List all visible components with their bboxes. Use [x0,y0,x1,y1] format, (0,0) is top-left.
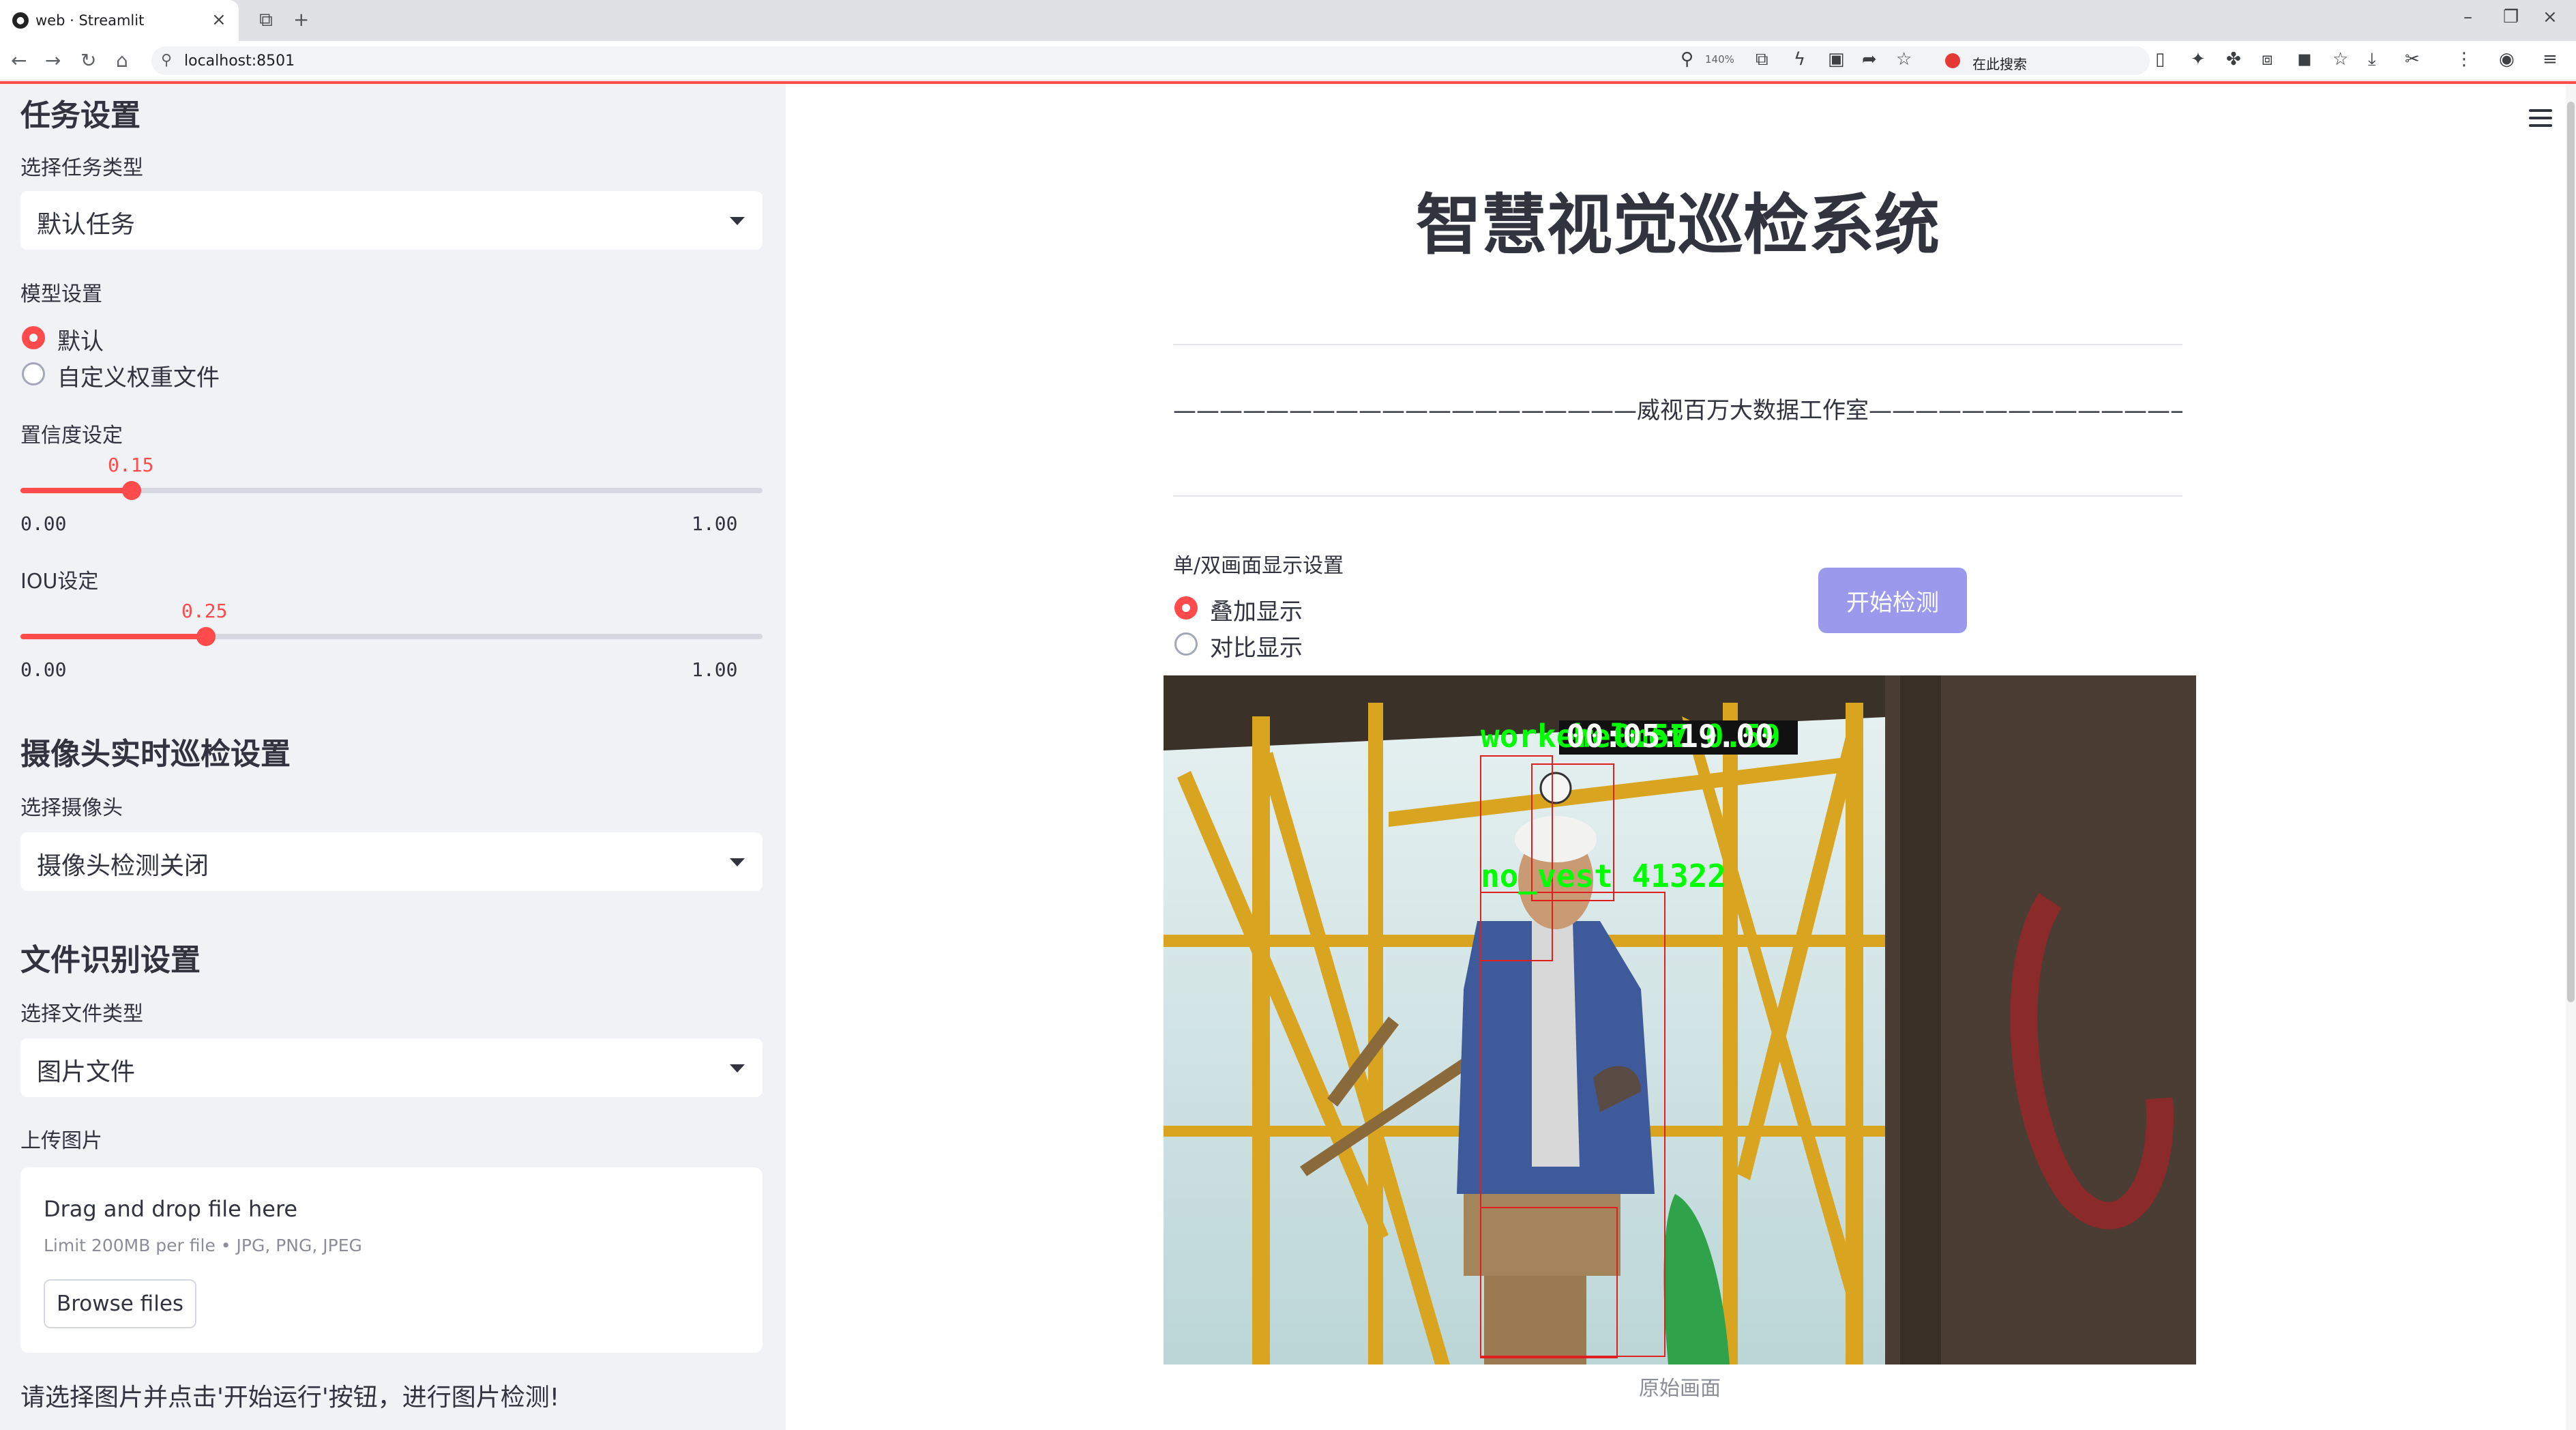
reader-icon[interactable]: ▯ [2155,49,2165,70]
close-window-icon[interactable]: × [2543,7,2558,27]
new-tab-icon[interactable]: + [293,8,309,31]
restore-icon[interactable]: ❐ [2503,7,2519,27]
close-tab-icon[interactable]: × [211,10,226,30]
confidence-label: 置信度设定 [20,424,123,448]
display-option-overlay-label[interactable]: 叠加显示 [1210,593,1303,626]
file-uploader-dropzone[interactable]: Drag and drop file here Limit 200MB per … [20,1167,763,1353]
chevron-down-icon [730,1064,745,1072]
task-type-value: 默认任务 [37,211,136,239]
streamlit-favicon-icon: ● [12,12,29,29]
camera-label: 选择摄像头 [20,796,123,820]
divider-bottom [1173,495,2182,497]
search-placeholder: 在此搜索 [1972,56,2027,72]
forward-icon[interactable]: → [45,49,61,72]
iou-max: 1.00 [692,658,738,681]
file-type-select[interactable]: 图片文件 [20,1038,763,1097]
url-text: localhost:8501 [184,53,295,70]
dropzone-title: Drag and drop file here [44,1196,298,1222]
file-type-label: 选择文件类型 [20,1002,143,1026]
favorites-icon[interactable]: ☆ [2333,49,2348,70]
dropzone-limit: Limit 200MB per file • JPG, PNG, JPEG [44,1236,362,1255]
detection-image: worker 0.57 helmet 0.59 00:05:19.00 no_v… [1164,675,2196,1365]
browser-tab-bar: ● web · Streamlit × ⧉ + – ❐ × [0,0,2576,41]
more-menu-icon[interactable]: ⋮ [2455,49,2473,70]
model-radio-default[interactable] [22,326,45,349]
task-settings-heading: 任务设置 [20,98,140,133]
detection-label-no-vest: no_vest 41322 [1481,858,1726,894]
extension-icon-4[interactable]: ◼ [2297,49,2312,70]
home-icon[interactable]: ⌂ [116,49,128,72]
model-option-custom-label[interactable]: 自定义权重文件 [57,359,220,392]
iou-value: 0.25 [181,600,228,622]
upload-label: 上传图片 [20,1129,102,1153]
video-timestamp: 00:05:19.00 [1566,718,1774,755]
confidence-max: 1.00 [692,512,738,535]
browser-tab[interactable]: ● web · Streamlit × [0,0,239,41]
screenshot-icon[interactable]: ▣ [1828,49,1845,70]
extension-icon-1[interactable]: ✦ [2191,49,2206,70]
iou-slider-fill [20,634,206,639]
confidence-slider-thumb[interactable] [122,481,142,500]
translate-icon[interactable]: ⧉ [1756,49,1768,70]
camera-settings-heading: 摄像头实时巡检设置 [20,737,291,772]
display-radio-compare[interactable] [1174,632,1198,656]
model-settings-label: 模型设置 [20,282,102,306]
camera-value: 摄像头检测关闭 [37,852,209,880]
iou-slider[interactable] [20,627,763,646]
zoom-icon[interactable]: ⚲ [1681,49,1693,70]
task-type-label: 选择任务类型 [20,156,143,180]
extension-icon-3[interactable]: ⧈ [2262,49,2273,70]
search-engine-icon [1945,53,1960,68]
reload-icon[interactable]: ↻ [80,49,96,72]
minimize-icon[interactable]: – [2463,7,2472,27]
address-bar: ← → ↻ ⌂ ⚲ localhost:8501 [0,41,2576,81]
iou-label: IOU设定 [20,570,99,594]
back-icon[interactable]: ← [11,49,27,72]
image-caption: 原始画面 [1639,1377,1721,1401]
chevron-down-icon [730,858,745,866]
share-icon[interactable]: ➦ [1862,49,1877,70]
cut-icon[interactable]: ✂ [2405,49,2420,70]
chevron-down-icon [730,217,745,225]
confidence-slider[interactable] [20,481,763,500]
model-option-default-label[interactable]: 默认 [57,323,104,356]
scrollbar-thumb[interactable] [2567,102,2575,1002]
browser-menu-icon[interactable]: ≡ [2543,49,2558,70]
tab-search-icon[interactable]: ⧉ [259,8,273,31]
browse-files-button[interactable]: Browse files [44,1279,196,1328]
download-icon[interactable]: ⤓ [2368,49,2376,70]
sidebar: 任务设置 选择任务类型 默认任务 模型设置 默认 自定义权重文件 置信度设定 0… [0,84,786,1430]
confidence-value: 0.15 [108,454,154,476]
url-input[interactable]: ⚲ localhost:8501 [151,46,2150,75]
task-type-select[interactable]: 默认任务 [20,191,763,250]
extension-icon-2[interactable]: ✤ [2226,49,2241,70]
page-title: 智慧视觉巡检系统 [1416,187,1940,263]
display-mode-label: 单/双画面显示设置 [1173,554,1344,578]
studio-subtitle: ————————————————————威视百万大数据工作室——————————… [1173,397,2182,424]
bookmark-star-icon[interactable]: ☆ [1896,49,1912,70]
site-info-icon[interactable]: ⚲ [161,52,172,69]
iou-slider-thumb[interactable] [196,627,216,646]
confidence-min: 0.00 [20,512,67,535]
file-settings-heading: 文件识别设置 [20,943,201,978]
iou-min: 0.00 [20,658,67,681]
camera-select[interactable]: 摄像头检测关闭 [20,832,763,891]
lightning-icon[interactable]: ϟ [1794,49,1805,70]
zoom-level[interactable]: 140% [1705,53,1734,65]
model-radio-custom[interactable] [22,362,45,385]
confidence-slider-fill [20,488,132,493]
hamburger-menu-icon[interactable] [2529,109,2552,128]
tab-title: web · Streamlit [35,12,145,29]
start-detection-button[interactable]: 开始检测 [1818,568,1967,633]
profile-avatar-icon[interactable]: ◉ [2499,49,2515,70]
detection-scene-svg: worker 0.57 helmet 0.59 00:05:19.00 no_v… [1164,675,2196,1365]
file-type-value: 图片文件 [37,1058,136,1086]
divider-top [1173,344,2182,345]
page-scrollbar[interactable] [2566,84,2576,1430]
display-radio-overlay[interactable] [1174,596,1198,619]
sidebar-instruction: 请选择图片并点击'开始运行'按钮，进行图片检测! [20,1384,560,1412]
display-option-compare-label[interactable]: 对比显示 [1210,629,1303,662]
browser-search-box[interactable]: 在此搜索 [1937,46,2142,75]
